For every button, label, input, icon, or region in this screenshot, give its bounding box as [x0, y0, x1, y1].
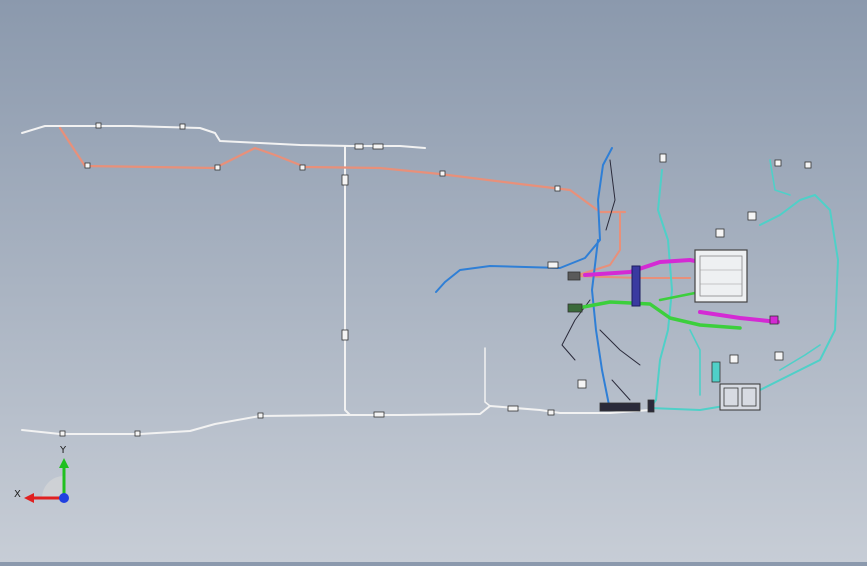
teal-branch [649, 169, 673, 409]
trunk-vertical [344, 145, 351, 416]
trunk-top [21, 125, 426, 149]
fuse-box[interactable] [719, 383, 761, 411]
wire-harness-drawing [21, 122, 839, 437]
salmon-branch [58, 126, 627, 214]
axis-triad: Y X [12, 440, 82, 510]
blue-branch [435, 147, 613, 293]
trunk-drop [484, 347, 491, 407]
green-branch-2 [658, 290, 702, 302]
magenta-branch-2 [698, 310, 780, 324]
cad-viewport[interactable] [0, 0, 867, 562]
x-axis-label: X [14, 489, 21, 500]
z-axis-dot [59, 493, 69, 503]
y-axis-label: Y [59, 445, 67, 456]
control-module[interactable] [694, 249, 748, 303]
trunk-bottom [21, 405, 651, 435]
harness-clip [631, 265, 641, 307]
